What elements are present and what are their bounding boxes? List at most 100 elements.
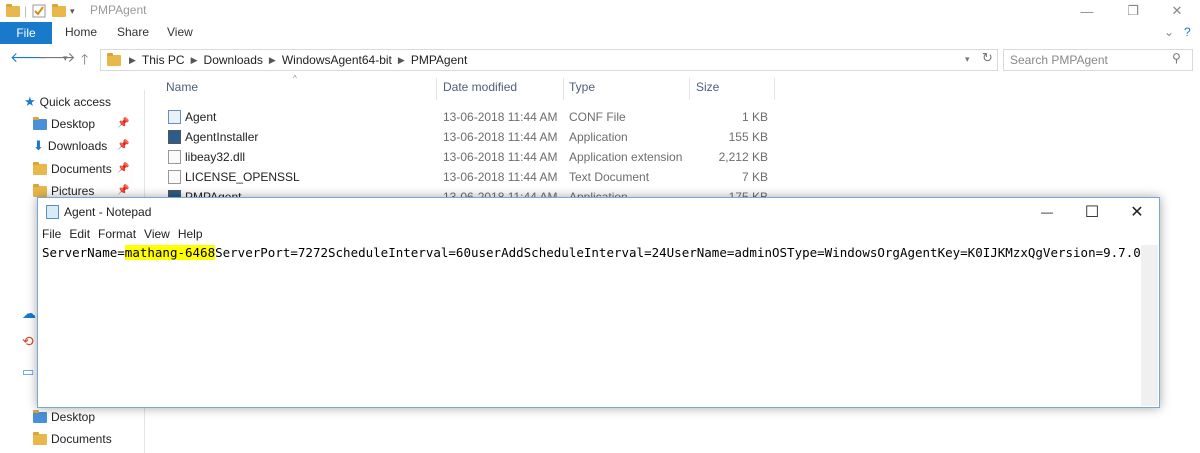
file-date: 13-06-2018 11:44 AM xyxy=(443,170,558,184)
notepad-window: Agent - Notepad — ☐ ✕ File Edit Format V… xyxy=(37,197,1160,408)
nav-documents-pc[interactable]: Documents xyxy=(33,429,112,449)
file-row[interactable]: LICENSE_OPENSSL 13-06-2018 11:44 AM Text… xyxy=(160,167,775,187)
address-bar[interactable]: ▶ This PC ▶ Downloads ▶ WindowsAgent64-b… xyxy=(100,49,998,71)
pin-icon[interactable]: 📌 xyxy=(117,140,129,151)
file-name: Agent xyxy=(185,110,217,124)
menu-file[interactable]: File xyxy=(38,227,65,245)
notepad-close-button[interactable]: ✕ xyxy=(1114,198,1160,226)
menu-format[interactable]: Format xyxy=(94,227,140,245)
file-date: 13-06-2018 11:44 AM xyxy=(443,130,558,144)
tab-home[interactable]: Home xyxy=(65,25,97,39)
pictures-folder-icon xyxy=(33,183,47,197)
nav-pictures-label: Pictures xyxy=(51,184,95,198)
breadcrumb-pmpagent[interactable]: PMPAgent xyxy=(411,53,467,67)
address-dropdown-chevron-icon[interactable]: ▾ xyxy=(965,54,970,65)
tab-view[interactable]: View xyxy=(167,25,193,39)
search-input[interactable]: Search PMPAgent xyxy=(1003,49,1193,71)
pin-icon[interactable]: 📌 xyxy=(117,118,129,129)
tab-file[interactable]: File xyxy=(0,22,52,44)
breadcrumb-windowsagent[interactable]: WindowsAgent64-bit xyxy=(282,53,392,67)
file-size: 2,212 KB xyxy=(718,150,768,164)
separator: | xyxy=(24,4,28,18)
notepad-icon xyxy=(46,205,59,219)
pin-icon[interactable]: 📌 xyxy=(117,185,129,196)
resize-grip[interactable] xyxy=(1141,389,1158,406)
chevron-right-icon: ▶ xyxy=(397,54,405,65)
up-arrow-icon[interactable]: 🡑 xyxy=(81,49,88,73)
file-type: Application xyxy=(569,130,628,144)
close-button[interactable]: ✕ xyxy=(1154,0,1200,22)
restore-button[interactable]: ❐ xyxy=(1110,0,1156,22)
chevron-right-icon: ▶ xyxy=(129,54,136,65)
desktop-folder-icon xyxy=(33,409,47,423)
column-header-type[interactable]: Type xyxy=(569,80,595,100)
file-type: CONF File xyxy=(569,110,626,124)
sort-arrow-icon: ^ xyxy=(293,74,297,83)
customize-quick-access-icon[interactable]: ▾ xyxy=(70,3,75,19)
file-row[interactable]: Agent 13-06-2018 11:44 AM CONF File 1 KB xyxy=(160,107,775,127)
nav-desktop[interactable]: Desktop xyxy=(33,114,95,134)
this-pc-icon[interactable]: ▭ xyxy=(22,362,34,382)
dll-file-icon xyxy=(168,150,181,164)
properties-icon[interactable] xyxy=(32,3,46,19)
nav-quick-access[interactable]: ★ Quick access xyxy=(24,92,111,112)
pin-icon[interactable]: 📌 xyxy=(117,163,129,174)
file-row[interactable]: AgentInstaller 13-06-2018 11:44 AM Appli… xyxy=(160,127,775,147)
folder-icon xyxy=(6,3,20,19)
file-type: Text Document xyxy=(569,170,650,184)
tab-share[interactable]: Share xyxy=(117,25,149,39)
file-date: 13-06-2018 11:44 AM xyxy=(443,110,558,124)
nav-downloads-label: Downloads xyxy=(47,139,108,153)
onedrive-icon[interactable]: ☁ xyxy=(22,303,36,323)
file-type: Application extension xyxy=(569,150,683,164)
nav-documents[interactable]: Documents xyxy=(33,159,112,179)
text-line: ServerName=mathang-6468ServerPort=7272Sc… xyxy=(40,245,1144,261)
menu-help[interactable]: Help xyxy=(174,227,207,245)
column-divider[interactable] xyxy=(563,78,564,100)
notepad-minimize-button[interactable]: — xyxy=(1024,198,1070,226)
breadcrumb-downloads[interactable]: Downloads xyxy=(204,53,263,67)
nav-quick-access-label: Quick access xyxy=(39,95,112,109)
network-icon[interactable]: ⟲ xyxy=(22,331,34,351)
refresh-icon[interactable]: ↻ xyxy=(982,50,993,66)
application-icon xyxy=(168,130,181,144)
nav-desktop-pc-label: Desktop xyxy=(51,410,96,424)
minimize-button[interactable]: — xyxy=(1064,0,1110,22)
forward-arrow-icon[interactable]: 🡒 xyxy=(38,49,76,66)
recent-locations-chevron-icon[interactable]: ▾ xyxy=(63,53,68,64)
explorer-title-bar: | ▾ PMPAgent — ❐ ✕ xyxy=(0,0,1200,22)
notepad-title-bar[interactable]: Agent - Notepad — ☐ ✕ xyxy=(38,198,1159,226)
notepad-maximize-button[interactable]: ☐ xyxy=(1069,198,1115,226)
file-name: AgentInstaller xyxy=(185,130,259,144)
text-after: ServerPort=7272ScheduleInterval=60userAd… xyxy=(215,245,1141,260)
column-header-size[interactable]: Size xyxy=(696,80,719,100)
ribbon-tabs: File Home Share View ⌄ ? xyxy=(0,22,1200,44)
menu-view[interactable]: View xyxy=(140,227,174,245)
menu-edit[interactable]: Edit xyxy=(65,227,94,245)
notepad-title: Agent - Notepad xyxy=(64,205,152,219)
column-header-date[interactable]: Date modified xyxy=(443,80,517,100)
file-size: 1 KB xyxy=(741,110,768,124)
file-row[interactable]: libeay32.dll 13-06-2018 11:44 AM Applica… xyxy=(160,147,775,167)
expand-ribbon-icon[interactable]: ⌄ xyxy=(1164,25,1174,39)
chevron-right-icon: ▶ xyxy=(190,54,198,65)
help-icon[interactable]: ? xyxy=(1184,25,1191,39)
column-header-name[interactable]: Name xyxy=(166,80,198,100)
notepad-menu-bar: File Edit Format View Help xyxy=(38,227,207,245)
notepad-text-area[interactable]: ServerName=mathang-6468ServerPort=7272Sc… xyxy=(40,245,1144,406)
nav-downloads[interactable]: ⬇ Downloads xyxy=(33,136,107,156)
new-folder-icon[interactable] xyxy=(52,3,66,19)
address-row: 🡐 🡒 ▾ 🡑 ▶ This PC ▶ Downloads ▶ WindowsA… xyxy=(0,47,1200,73)
file-size: 7 KB xyxy=(741,170,768,184)
column-divider[interactable] xyxy=(689,78,690,100)
column-divider[interactable] xyxy=(774,78,775,100)
breadcrumb-this-pc[interactable]: This PC xyxy=(142,53,185,67)
highlighted-server-name: mathang-6468 xyxy=(124,245,216,260)
nav-documents-label: Documents xyxy=(51,162,112,176)
nav-desktop-pc[interactable]: Desktop xyxy=(33,407,95,427)
chevron-right-icon: ▶ xyxy=(268,54,276,65)
column-divider[interactable] xyxy=(436,78,437,100)
vertical-scrollbar[interactable] xyxy=(1141,245,1158,406)
explorer-title: PMPAgent xyxy=(90,3,147,17)
documents-folder-icon xyxy=(33,431,47,445)
